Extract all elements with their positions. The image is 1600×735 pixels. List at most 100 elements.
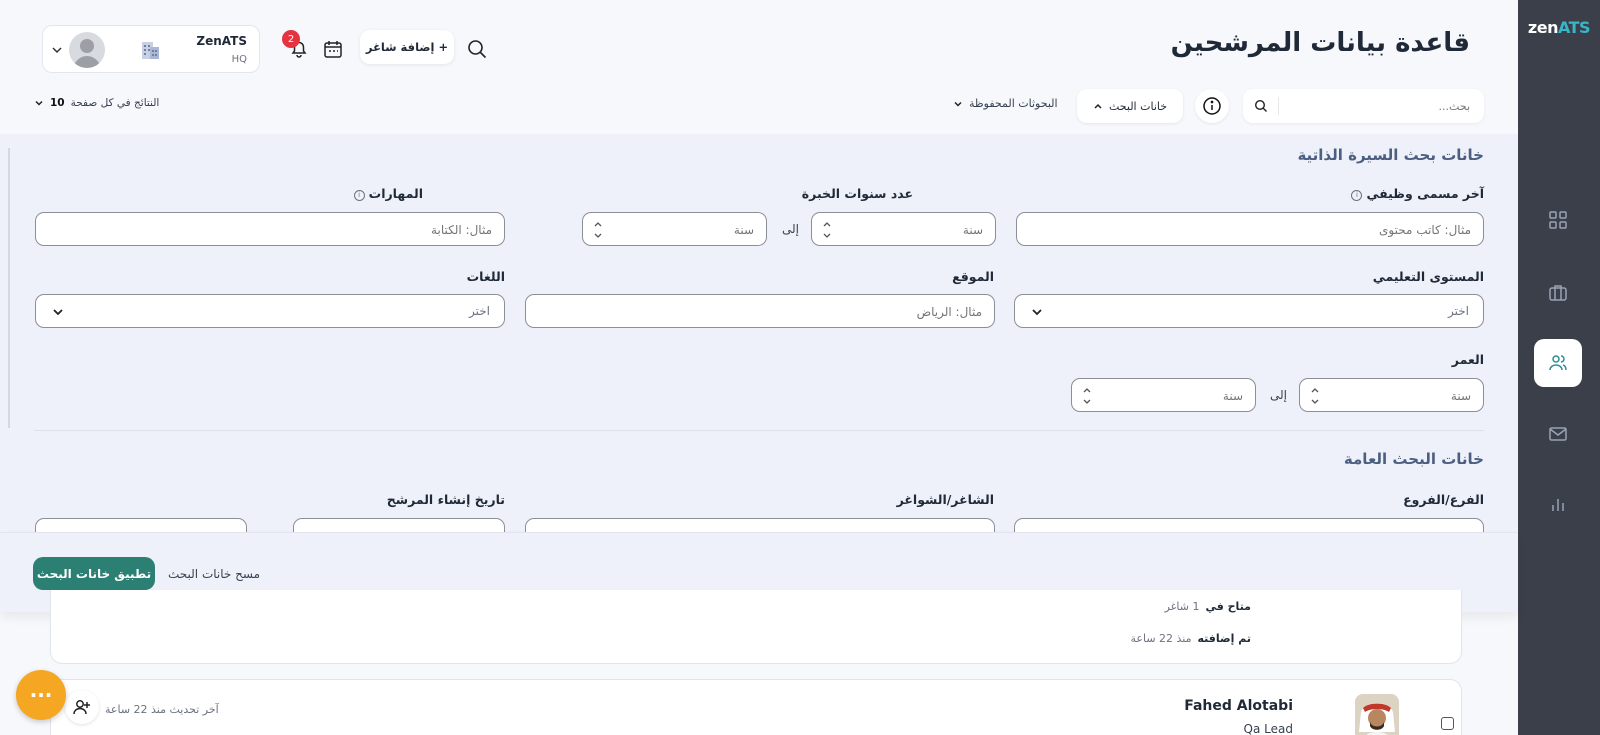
notification-badge: 2 <box>282 30 300 48</box>
company-switcher[interactable]: ZenATS HQ <box>42 25 260 73</box>
info-icon: i <box>1351 190 1363 201</box>
branches-label: الفرع/الفروع <box>1403 492 1484 507</box>
general-section-title: خانات البحث العامة <box>1343 450 1484 468</box>
age-to-input[interactable] <box>1093 387 1243 405</box>
calendar-icon[interactable] <box>322 38 344 60</box>
availability-row: متاح في 1 شاغر <box>1164 600 1251 613</box>
search-filters-toggle[interactable]: خانات البحث <box>1077 89 1183 123</box>
education-label: المستوى التعليمي <box>1372 269 1484 284</box>
skills-input[interactable] <box>52 221 492 239</box>
cv-section-title: خانات بحث السيرة الذاتية <box>1297 146 1484 164</box>
languages-select-value: اختر <box>469 304 490 318</box>
stepper-icon[interactable] <box>1310 384 1320 408</box>
age-to-field <box>1071 378 1256 412</box>
chevron-down-icon <box>52 47 62 54</box>
jobs-label: الشاغر/الشواغر <box>896 492 994 507</box>
apply-filters-button[interactable]: تطبيق خانات البحث <box>33 557 155 590</box>
jobs-select[interactable] <box>525 518 995 532</box>
candidate-checkbox[interactable] <box>1441 717 1454 730</box>
search-box <box>1243 89 1484 123</box>
info-button[interactable] <box>1195 89 1229 123</box>
branches-select[interactable] <box>1014 518 1484 532</box>
company-branch: HQ <box>231 54 247 65</box>
chevron-down-icon <box>1032 309 1042 316</box>
saved-searches-dropdown[interactable]: البحوثات المحفوظة <box>953 97 1058 110</box>
experience-from-field <box>811 212 996 246</box>
chevron-down-icon <box>954 101 962 107</box>
created-date-from-field[interactable] <box>35 518 247 532</box>
search-input[interactable] <box>1280 96 1470 116</box>
last-title-label: آخر مسمى وظيفيi <box>1351 186 1484 201</box>
company-name: ZenATS <box>196 34 247 48</box>
per-page-selector[interactable]: النتائج في كل صفحة 10 <box>34 97 159 109</box>
skills-field <box>35 212 505 246</box>
info-icon <box>1203 97 1221 115</box>
age-to-word: إلى <box>1270 388 1287 402</box>
divider <box>1278 97 1279 115</box>
search-icon[interactable] <box>466 38 488 60</box>
candidate-updated: آخر تحديث منذ 22 ساعة <box>105 703 219 716</box>
candidate-card[interactable]: متاح في 1 شاغر تم إضافته منذ 22 ساعة <box>50 590 1462 664</box>
experience-from-input[interactable] <box>833 221 983 239</box>
clear-filters-button[interactable]: مسح خانات البحث <box>168 567 260 581</box>
chevron-up-icon <box>1094 103 1102 109</box>
experience-to-word: إلى <box>782 222 799 236</box>
candidate-role: Qa Lead <box>1243 722 1293 735</box>
stepper-icon[interactable] <box>1082 384 1092 408</box>
app-sidebar: zenATS <box>1518 0 1600 735</box>
location-label: الموقع <box>952 269 994 284</box>
education-select[interactable]: اختر <box>1014 294 1484 328</box>
skills-label: المهاراتi <box>353 186 423 201</box>
candidate-name[interactable]: Fahed Alotabi <box>1184 698 1293 714</box>
added-row: تم إضافته منذ 22 ساعة <box>1130 632 1252 645</box>
sidebar-item-dashboard[interactable] <box>1534 196 1582 244</box>
panel-scrollbar[interactable] <box>8 148 10 428</box>
languages-select[interactable]: اختر <box>35 294 505 328</box>
per-page-label: النتائج في كل صفحة <box>70 97 160 109</box>
users-icon <box>1549 355 1567 371</box>
experience-to-field <box>582 212 767 246</box>
per-page-value: 10 <box>50 97 65 109</box>
add-user-icon <box>73 700 90 715</box>
created-date-label: تاريخ إنشاء المرشح <box>386 492 505 507</box>
page-title: قاعدة بيانات المرشحين <box>1170 28 1470 58</box>
sidebar-item-jobs[interactable] <box>1534 268 1582 316</box>
search-icon[interactable] <box>1254 99 1268 113</box>
chevron-down-icon <box>53 309 63 316</box>
add-to-job-button[interactable] <box>65 690 99 724</box>
search-filters-panel: خانات بحث السيرة الذاتية آخر مسمى وظيفيi… <box>0 134 1518 532</box>
candidate-card[interactable]: Fahed Alotabi Qa Lead آخر تحديث منذ 22 س… <box>50 679 1462 735</box>
mail-icon <box>1549 427 1567 441</box>
sidebar-item-messages[interactable] <box>1534 410 1582 458</box>
app-logo[interactable]: zenATS <box>1518 18 1600 37</box>
bar-chart-icon <box>1552 499 1564 511</box>
stepper-icon[interactable] <box>822 218 832 242</box>
info-icon: i <box>353 190 365 201</box>
age-label: العمر <box>1451 352 1484 367</box>
education-select-value: اختر <box>1448 304 1469 318</box>
saved-searches-label: البحوثات المحفوظة <box>969 97 1058 110</box>
section-divider <box>34 430 1484 431</box>
briefcase-icon <box>1549 285 1567 301</box>
last-title-field <box>1016 212 1484 246</box>
created-date-to-field[interactable] <box>293 518 505 532</box>
grid-icon <box>1549 211 1567 229</box>
experience-label: عدد سنوات الخبرة <box>801 186 913 201</box>
add-job-button[interactable]: + إضافة شاغر <box>360 30 454 64</box>
stepper-icon[interactable] <box>593 218 603 242</box>
experience-to-input[interactable] <box>604 221 754 239</box>
sidebar-item-candidates[interactable] <box>1534 339 1582 387</box>
age-from-field <box>1299 378 1484 412</box>
sidebar-item-reports[interactable] <box>1534 481 1582 529</box>
candidate-photo <box>1355 694 1399 735</box>
search-filters-label: خانات البحث <box>1108 99 1168 113</box>
chevron-down-icon <box>35 100 43 106</box>
location-field <box>525 294 995 328</box>
location-input[interactable] <box>542 303 982 321</box>
last-title-input[interactable] <box>1031 221 1471 239</box>
avatar <box>69 32 105 68</box>
building-icon <box>139 39 161 61</box>
languages-label: اللغات <box>466 269 505 284</box>
age-from-input[interactable] <box>1321 387 1471 405</box>
more-actions-fab[interactable]: ··· <box>16 670 66 720</box>
